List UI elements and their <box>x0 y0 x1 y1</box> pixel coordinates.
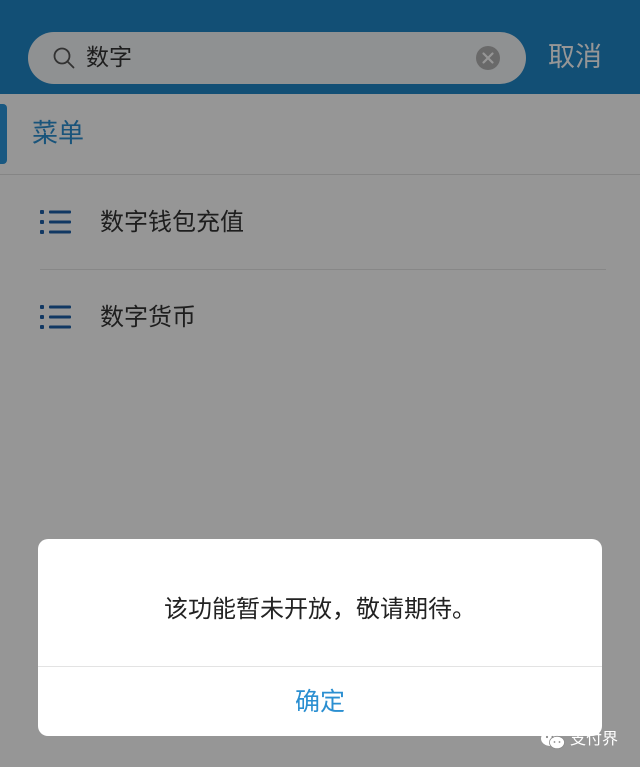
watermark: 支付界 <box>540 726 632 752</box>
watermark-text: 支付界 <box>570 729 619 748</box>
confirm-button[interactable]: 确定 <box>38 667 602 736</box>
wechat-icon <box>541 731 565 750</box>
alert-dialog: 该功能暂未开放，敬请期待。 确定 <box>38 539 602 736</box>
dialog-message: 该功能暂未开放，敬请期待。 <box>164 595 476 623</box>
screen: 数字 取消 菜单 数字钱包充值 数字货币 该功能暂未开放，敬请期待。 确定 支付… <box>0 0 640 767</box>
